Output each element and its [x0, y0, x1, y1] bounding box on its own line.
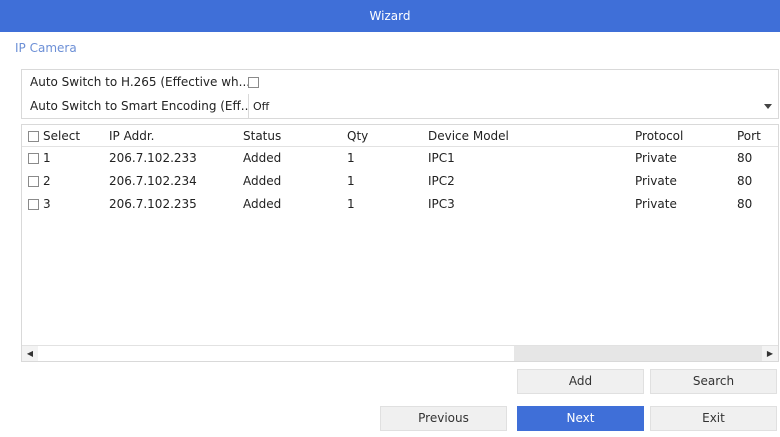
row-checkbox[interactable]	[28, 198, 39, 210]
wizard-title-bar: Wizard	[0, 0, 780, 32]
h265-checkbox[interactable]	[248, 76, 259, 88]
scroll-track[interactable]	[38, 346, 762, 361]
chevron-down-icon	[764, 104, 772, 109]
col-qty[interactable]: Qty	[347, 125, 368, 147]
row-number: 3	[43, 197, 51, 211]
col-device-model[interactable]: Device Model	[428, 125, 509, 147]
cell-model: IPC3	[428, 197, 455, 211]
horizontal-scrollbar[interactable]: ◀ ▶	[22, 345, 778, 361]
cell-qty: 1	[347, 174, 355, 188]
smart-encoding-row: Auto Switch to Smart Encoding (Eff... Of…	[22, 94, 778, 118]
section-title: IP Camera	[15, 41, 77, 55]
row-number: 1	[43, 151, 51, 165]
cell-protocol: Private	[635, 151, 677, 165]
cell-ip: 206.7.102.234	[109, 174, 197, 188]
col-protocol[interactable]: Protocol	[635, 125, 683, 147]
exit-button[interactable]: Exit	[650, 406, 777, 431]
cell-status: Added	[243, 197, 282, 211]
row-select: 2	[28, 170, 51, 192]
add-button[interactable]: Add	[517, 369, 644, 394]
search-button[interactable]: Search	[650, 369, 777, 394]
cell-protocol: Private	[635, 197, 677, 211]
cell-status: Added	[243, 174, 282, 188]
cell-qty: 1	[347, 151, 355, 165]
encoding-settings-panel: Auto Switch to H.265 (Effective wh... Au…	[21, 69, 779, 119]
row-select: 3	[28, 193, 51, 215]
h265-label: Auto Switch to H.265 (Effective wh...	[30, 75, 248, 89]
table-row[interactable]: 2 206.7.102.234 Added 1 IPC2 Private 80	[22, 170, 778, 192]
select-all-header: Select	[28, 125, 80, 147]
cell-port: 80	[737, 174, 753, 188]
table-row[interactable]: 3 206.7.102.235 Added 1 IPC3 Private 80	[22, 193, 778, 215]
row-checkbox[interactable]	[28, 152, 39, 164]
col-select: Select	[43, 129, 81, 143]
row-select: 1	[28, 147, 51, 169]
scroll-left-icon[interactable]: ◀	[22, 346, 38, 361]
scroll-gutter[interactable]	[514, 346, 762, 361]
cell-protocol: Private	[635, 174, 677, 188]
cell-ip: 206.7.102.235	[109, 197, 197, 211]
cell-status: Added	[243, 151, 282, 165]
cell-model: IPC2	[428, 174, 455, 188]
select-all-checkbox[interactable]	[28, 130, 39, 142]
smart-encoding-value: Off	[253, 99, 270, 113]
smart-encoding-select[interactable]: Off	[248, 94, 779, 118]
previous-button[interactable]: Previous	[380, 406, 507, 431]
table-header: Select IP Addr. Status Qty Device Model …	[22, 125, 778, 147]
cell-port: 80	[737, 151, 753, 165]
cell-model: IPC1	[428, 151, 455, 165]
row-number: 2	[43, 174, 51, 188]
cell-qty: 1	[347, 197, 355, 211]
col-status[interactable]: Status	[243, 125, 281, 147]
col-port[interactable]: Port	[737, 125, 761, 147]
scroll-right-icon[interactable]: ▶	[762, 346, 778, 361]
cell-port: 80	[737, 197, 753, 211]
window-title: Wizard	[369, 9, 411, 23]
row-checkbox[interactable]	[28, 175, 39, 187]
cell-ip: 206.7.102.233	[109, 151, 197, 165]
h265-row: Auto Switch to H.265 (Effective wh...	[22, 70, 778, 94]
table-row[interactable]: 1 206.7.102.233 Added 1 IPC1 Private 80	[22, 147, 778, 169]
next-button[interactable]: Next	[517, 406, 644, 431]
camera-table: Select IP Addr. Status Qty Device Model …	[21, 124, 779, 362]
smart-encoding-label: Auto Switch to Smart Encoding (Eff...	[30, 99, 248, 113]
col-ip[interactable]: IP Addr.	[109, 125, 154, 147]
